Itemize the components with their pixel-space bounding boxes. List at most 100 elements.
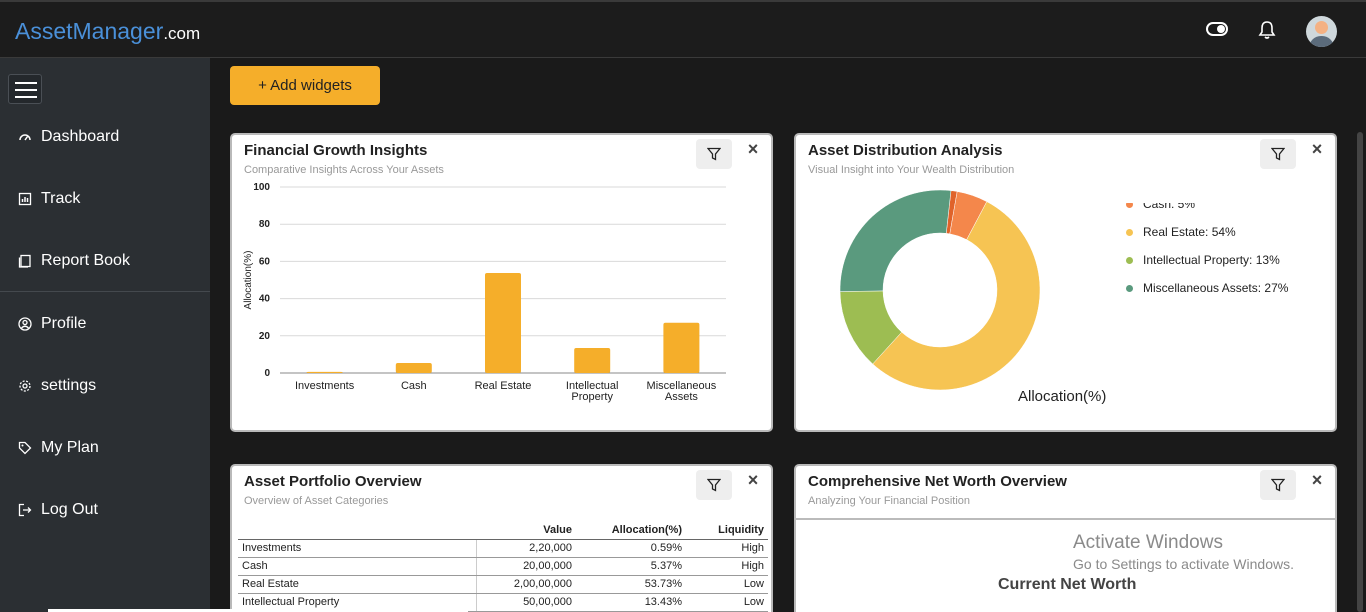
sidebar-item-track[interactable]: Track (0, 179, 210, 219)
y-tick-label: 0 (264, 368, 270, 379)
bar[interactable] (395, 363, 432, 373)
activate-title: Activate Windows (1073, 532, 1223, 553)
x-tick-label: Real Estate (475, 380, 532, 392)
gear-icon (18, 379, 32, 393)
y-tick-label: 40 (259, 294, 271, 305)
table-row: Real Estate 2,00,00,000 53.73% Low (238, 575, 768, 594)
card-subtitle: Analyzing Your Financial Position (808, 495, 971, 507)
card-title: Comprehensive Net Worth Overview (808, 473, 1067, 490)
close-icon[interactable]: × (744, 470, 762, 490)
legend-item[interactable]: Miscellaneous Assets: 27% (1126, 281, 1288, 295)
filter-icon (1271, 147, 1285, 161)
table-row: Investments 2,20,000 0.59% High (238, 539, 768, 558)
y-tick-label: 100 (253, 182, 270, 193)
top-bar: AssetManager.com (0, 0, 1366, 58)
logout-icon (18, 503, 32, 517)
sidebar-item-label: My Plan (41, 439, 99, 456)
sidebar-item-label: Log Out (41, 501, 98, 518)
avatar[interactable] (1306, 16, 1337, 47)
sidebar-divider (0, 291, 210, 292)
chart-caption: Allocation(%) (1018, 388, 1107, 405)
x-tick-label: Investments (295, 380, 355, 392)
legend-label: Real Estate: 54% (1143, 225, 1236, 239)
filter-button[interactable] (1260, 470, 1296, 500)
asset-portfolio-card: Asset Portfolio Overview Overview of Ass… (230, 464, 773, 612)
table-row: Cash 20,00,000 5.37% High (238, 557, 768, 576)
table-cell: 13.43% (576, 593, 686, 612)
main-content: + Add widgets Financial Growth Insights … (210, 58, 1366, 612)
bar[interactable] (306, 371, 343, 373)
theme-toggle-icon[interactable] (1206, 22, 1228, 36)
divider (796, 518, 1335, 520)
dashboard-icon (18, 130, 32, 144)
activate-subtitle: Go to Settings to activate Windows. (1073, 556, 1294, 572)
column-header: Allocation(%) (576, 522, 686, 540)
filter-button[interactable] (696, 470, 732, 500)
sidebar-item-dashboard[interactable]: Dashboard (0, 117, 210, 157)
column-header: Liquidity (686, 522, 768, 540)
bar[interactable] (485, 273, 521, 373)
table-header-row: Value Allocation(%) Liquidity (238, 522, 768, 540)
close-icon[interactable]: × (1308, 470, 1326, 490)
brand-logo[interactable]: AssetManager.com (15, 18, 200, 45)
table-cell: High (686, 539, 768, 558)
sidebar-item-label: Track (41, 190, 81, 207)
y-tick-label: 60 (259, 256, 271, 267)
sidebar-item-label: Profile (41, 315, 87, 332)
y-tick-label: 20 (259, 331, 271, 342)
sidebar: Dashboard Track Report Book Profile sett… (0, 58, 210, 612)
current-net-worth-label: Current Net Worth (998, 576, 1137, 593)
filter-button[interactable] (1260, 139, 1296, 169)
sidebar-item-log-out[interactable]: Log Out (0, 490, 210, 530)
bar-chart: Allocation(%) 0 20 40 60 80 100 Investments Cas… (243, 182, 726, 403)
table-cell: 0.59% (576, 539, 686, 558)
filter-icon (707, 478, 721, 492)
bar[interactable] (663, 322, 700, 373)
financial-growth-card: Financial Growth Insights Comparative In… (230, 133, 773, 432)
legend-item[interactable]: Cash: 5% (1126, 203, 1195, 211)
legend-label: Cash: 5% (1143, 203, 1196, 211)
y-tick-label: 80 (259, 219, 271, 230)
table-cell: 20,00,000 (476, 557, 576, 576)
scrollbar[interactable] (1357, 132, 1363, 612)
card-subtitle: Overview of Asset Categories (244, 495, 389, 507)
portfolio-table: Value Allocation(%) Liquidity Investment… (238, 522, 768, 612)
sidebar-item-label: Report Book (41, 252, 130, 269)
table-cell: Real Estate (238, 575, 477, 594)
x-tick-label: Cash (401, 380, 427, 392)
legend-item[interactable]: Intellectual Property: 13% (1126, 253, 1280, 267)
filter-icon (1271, 478, 1285, 492)
table-cell: 2,20,000 (476, 539, 576, 558)
hamburger-menu-button[interactable] (8, 74, 42, 104)
table-cell: 5.37% (576, 557, 686, 576)
report-icon (18, 254, 32, 268)
table-cell: 50,00,000 (476, 593, 576, 612)
sidebar-item-profile[interactable]: Profile (0, 304, 210, 344)
table-cell: 53.73% (576, 575, 686, 594)
sidebar-item-label: settings (41, 377, 97, 394)
chart-icon (18, 192, 32, 206)
add-widgets-button[interactable]: + Add widgets (230, 66, 380, 105)
sidebar-item-report-book[interactable]: Report Book (0, 241, 210, 281)
close-icon[interactable]: × (1308, 139, 1326, 159)
user-icon (18, 317, 32, 331)
table-cell: Investments (238, 539, 477, 558)
donut-slice[interactable] (839, 189, 952, 292)
sidebar-item-settings[interactable]: settings (0, 366, 210, 406)
legend-item[interactable]: Real Estate: 54% (1126, 225, 1236, 239)
legend-dot (1126, 284, 1133, 292)
bell-icon[interactable] (1258, 20, 1276, 40)
table-cell: Low (686, 575, 768, 594)
y-axis-label: Allocation(%) (243, 251, 254, 310)
table-cell: Low (686, 593, 768, 612)
bar[interactable] (574, 348, 611, 373)
tag-icon (18, 441, 32, 455)
legend-dot (1126, 203, 1133, 208)
sidebar-item-my-plan[interactable]: My Plan (0, 428, 210, 468)
sidebar-item-label: Dashboard (41, 128, 120, 145)
legend-dot (1126, 228, 1133, 236)
x-tick-label: Assets (665, 391, 699, 403)
column-header: Value (476, 522, 576, 540)
legend-label: Intellectual Property: 13% (1143, 253, 1280, 267)
asset-distribution-card: Asset Distribution Analysis Visual Insig… (794, 133, 1337, 432)
